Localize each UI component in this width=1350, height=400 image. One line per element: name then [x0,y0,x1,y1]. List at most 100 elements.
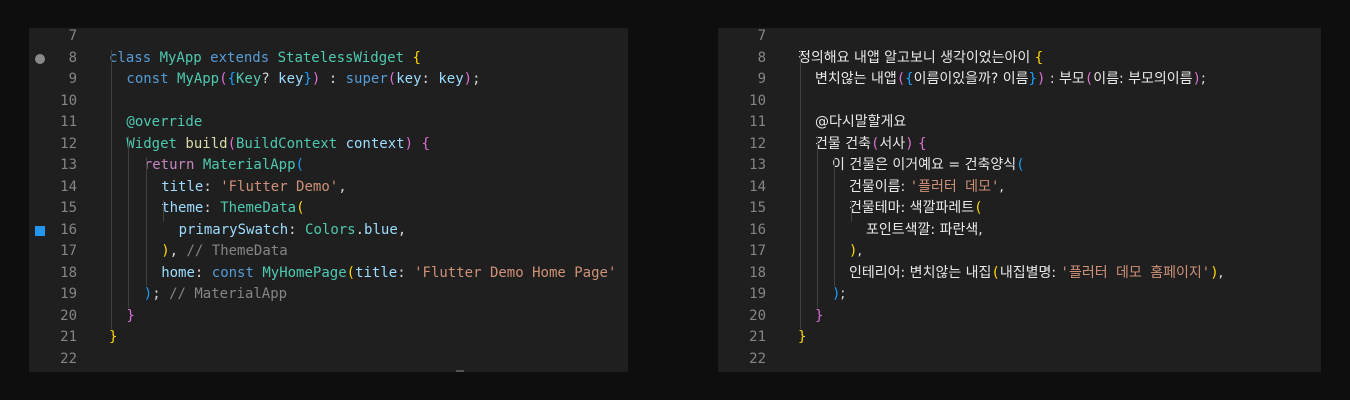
code-line[interactable]: 15 theme: ThemeData( [29,198,628,220]
code-token: theme [161,200,204,216]
code-line[interactable]: 21} [718,327,1321,349]
code-text: ); // MaterialApp [144,284,287,306]
code-line[interactable]: 10 [718,91,1321,113]
line-number: 21 [60,329,77,345]
code-token: home [161,264,195,281]
code-token: } [109,329,118,345]
code-token: , [338,178,347,195]
code-token: context [345,135,405,152]
code-token: // MaterialApp [169,286,288,302]
code-line[interactable]: 14 title: 'Flutter Demo', [29,177,628,199]
code-line[interactable]: 19); [718,284,1321,306]
code-line[interactable]: 21} [29,327,628,349]
code-token: '플러터 데모' [909,178,1000,195]
code-line[interactable]: 9 변치않는 내앱({이름이있을까? 이름}) : 부모(이름: 부모의이름); [718,69,1321,91]
left-code-editor[interactable]: 7 8 class MyApp extends StatelessWidget {9… [29,28,628,372]
code-token: } [798,329,807,345]
indent-guide [111,49,112,329]
code-line[interactable]: 17), // ThemeData [29,241,628,263]
code-line[interactable]: 17), [718,241,1321,263]
code-line[interactable]: 11 @override [29,112,628,134]
line-number: 16 [749,221,766,238]
line-number: 7 [68,28,77,44]
code-line[interactable]: 12 건물 건축(서사) { [718,134,1321,156]
code-token: ? [261,71,279,87]
code-line[interactable]: 20} [718,306,1321,328]
code-line[interactable]: 16 포인트색깔: 파란색, [718,220,1321,242]
code-token: BuildContext [236,135,346,152]
code-token: 'Flutter Demo' [220,178,339,195]
indent-guide [128,135,130,308]
code-line[interactable]: 10 [29,91,628,113]
code-text: 정의해요 내앱 알고보니 생각이었는아이 { [798,48,1043,70]
code-line[interactable]: 7 [29,26,628,48]
code-token: key [278,71,304,87]
line-number: 14 [60,178,77,195]
code-token: ( [295,157,304,173]
code-token: 건물테마: 색깔파레트 [849,200,975,216]
code-token: 포인트색깔: 파란색, [866,221,983,238]
code-line[interactable]: 11 @다시말할게요 [718,112,1321,134]
code-text: ); [832,284,845,306]
code-token: ( [974,200,983,216]
code-token: class [109,49,160,66]
code-token: title [355,264,398,281]
code-line[interactable]: 22 [29,349,628,371]
code-token: '플러터 데모 홈페이지' [1060,264,1211,281]
code-text: ), // ThemeData [161,241,287,263]
code-text: theme: ThemeData( [161,198,304,220]
code-token: ) [1192,71,1201,87]
code-line[interactable]: 13 이 건물은 이거예요 = 건축양식( [718,155,1321,177]
code-token: : [203,200,221,216]
code-line[interactable]: 12 Widget build(BuildContext context) { [29,134,628,156]
code-token: , [169,243,187,259]
code-text: } [798,327,806,349]
code-token: StatelessWidget [277,49,413,66]
line-number: 15 [60,200,77,216]
code-line[interactable]: 22 [718,349,1321,371]
line-number: 12 [60,135,77,152]
line-number: 10 [749,92,766,109]
code-token: { [918,135,927,152]
code-line[interactable]: 14 건물이름: '플러터 데모', [718,177,1321,199]
code-token: , [999,178,1004,195]
code-token: ) [404,135,414,152]
code-token: @다시말할게요 [815,114,907,130]
line-number: 19 [749,286,766,302]
code-line[interactable]: 8 class MyApp extends StatelessWidget { [29,48,628,70]
code-text: 이 건물은 이거예요 = 건축양식( [832,155,1025,177]
right-code-editor[interactable]: 7 8 정의해요 내앱 알고보니 생각이었는아이 {9 변치않는 내앱({이름이있을까… [718,28,1321,372]
code-line[interactable]: 16 primarySwatch: Colors.blue, [29,220,628,242]
code-text: } [126,306,134,328]
code-token: 이 건물은 이거예요 = 건축양식 [832,157,1017,173]
code-line[interactable]: 19); // MaterialApp [29,284,628,306]
code-token: // ThemeData [186,243,288,259]
code-line[interactable]: 18 인테리어: 변치않는 내집(내집별명: '플러터 데모 홈페이지'), [718,263,1321,285]
indent-guide [800,49,801,329]
line-number: 13 [60,157,77,173]
code-token: 인테리어: 변치않는 내집 [849,264,992,281]
color-swatch-icon[interactable] [35,225,45,236]
indent-guide [834,157,835,286]
code-token: ( [387,71,397,87]
code-line[interactable]: 20} [29,306,628,328]
code-line[interactable]: 15 건물테마: 색깔파레트( [718,198,1321,220]
code-line[interactable]: 7 [718,26,1321,48]
code-token: ) [143,286,153,302]
code-line[interactable]: 13 return MaterialApp( [29,155,628,177]
code-token: extends [210,49,278,66]
line-number: 7 [757,28,766,44]
code-token: 건물이름: [849,178,910,195]
breakpoint-icon[interactable] [35,53,45,64]
code-text: } [109,327,117,349]
code-line[interactable]: 9 const MyApp({Key? key}) : super(key: ke… [29,69,628,91]
line-number: 19 [60,286,77,302]
line-number: 22 [60,350,77,367]
code-token: const [126,71,177,87]
code-token: ) [1210,264,1219,281]
code-token: ) [161,243,170,259]
code-line[interactable]: 8 정의해요 내앱 알고보니 생각이었는아이 { [718,48,1321,70]
code-line[interactable]: 18 home: const MyHomePage(title: 'Flutter… [29,263,628,285]
code-token: ( [1016,157,1025,173]
code-token: ; [152,286,170,302]
